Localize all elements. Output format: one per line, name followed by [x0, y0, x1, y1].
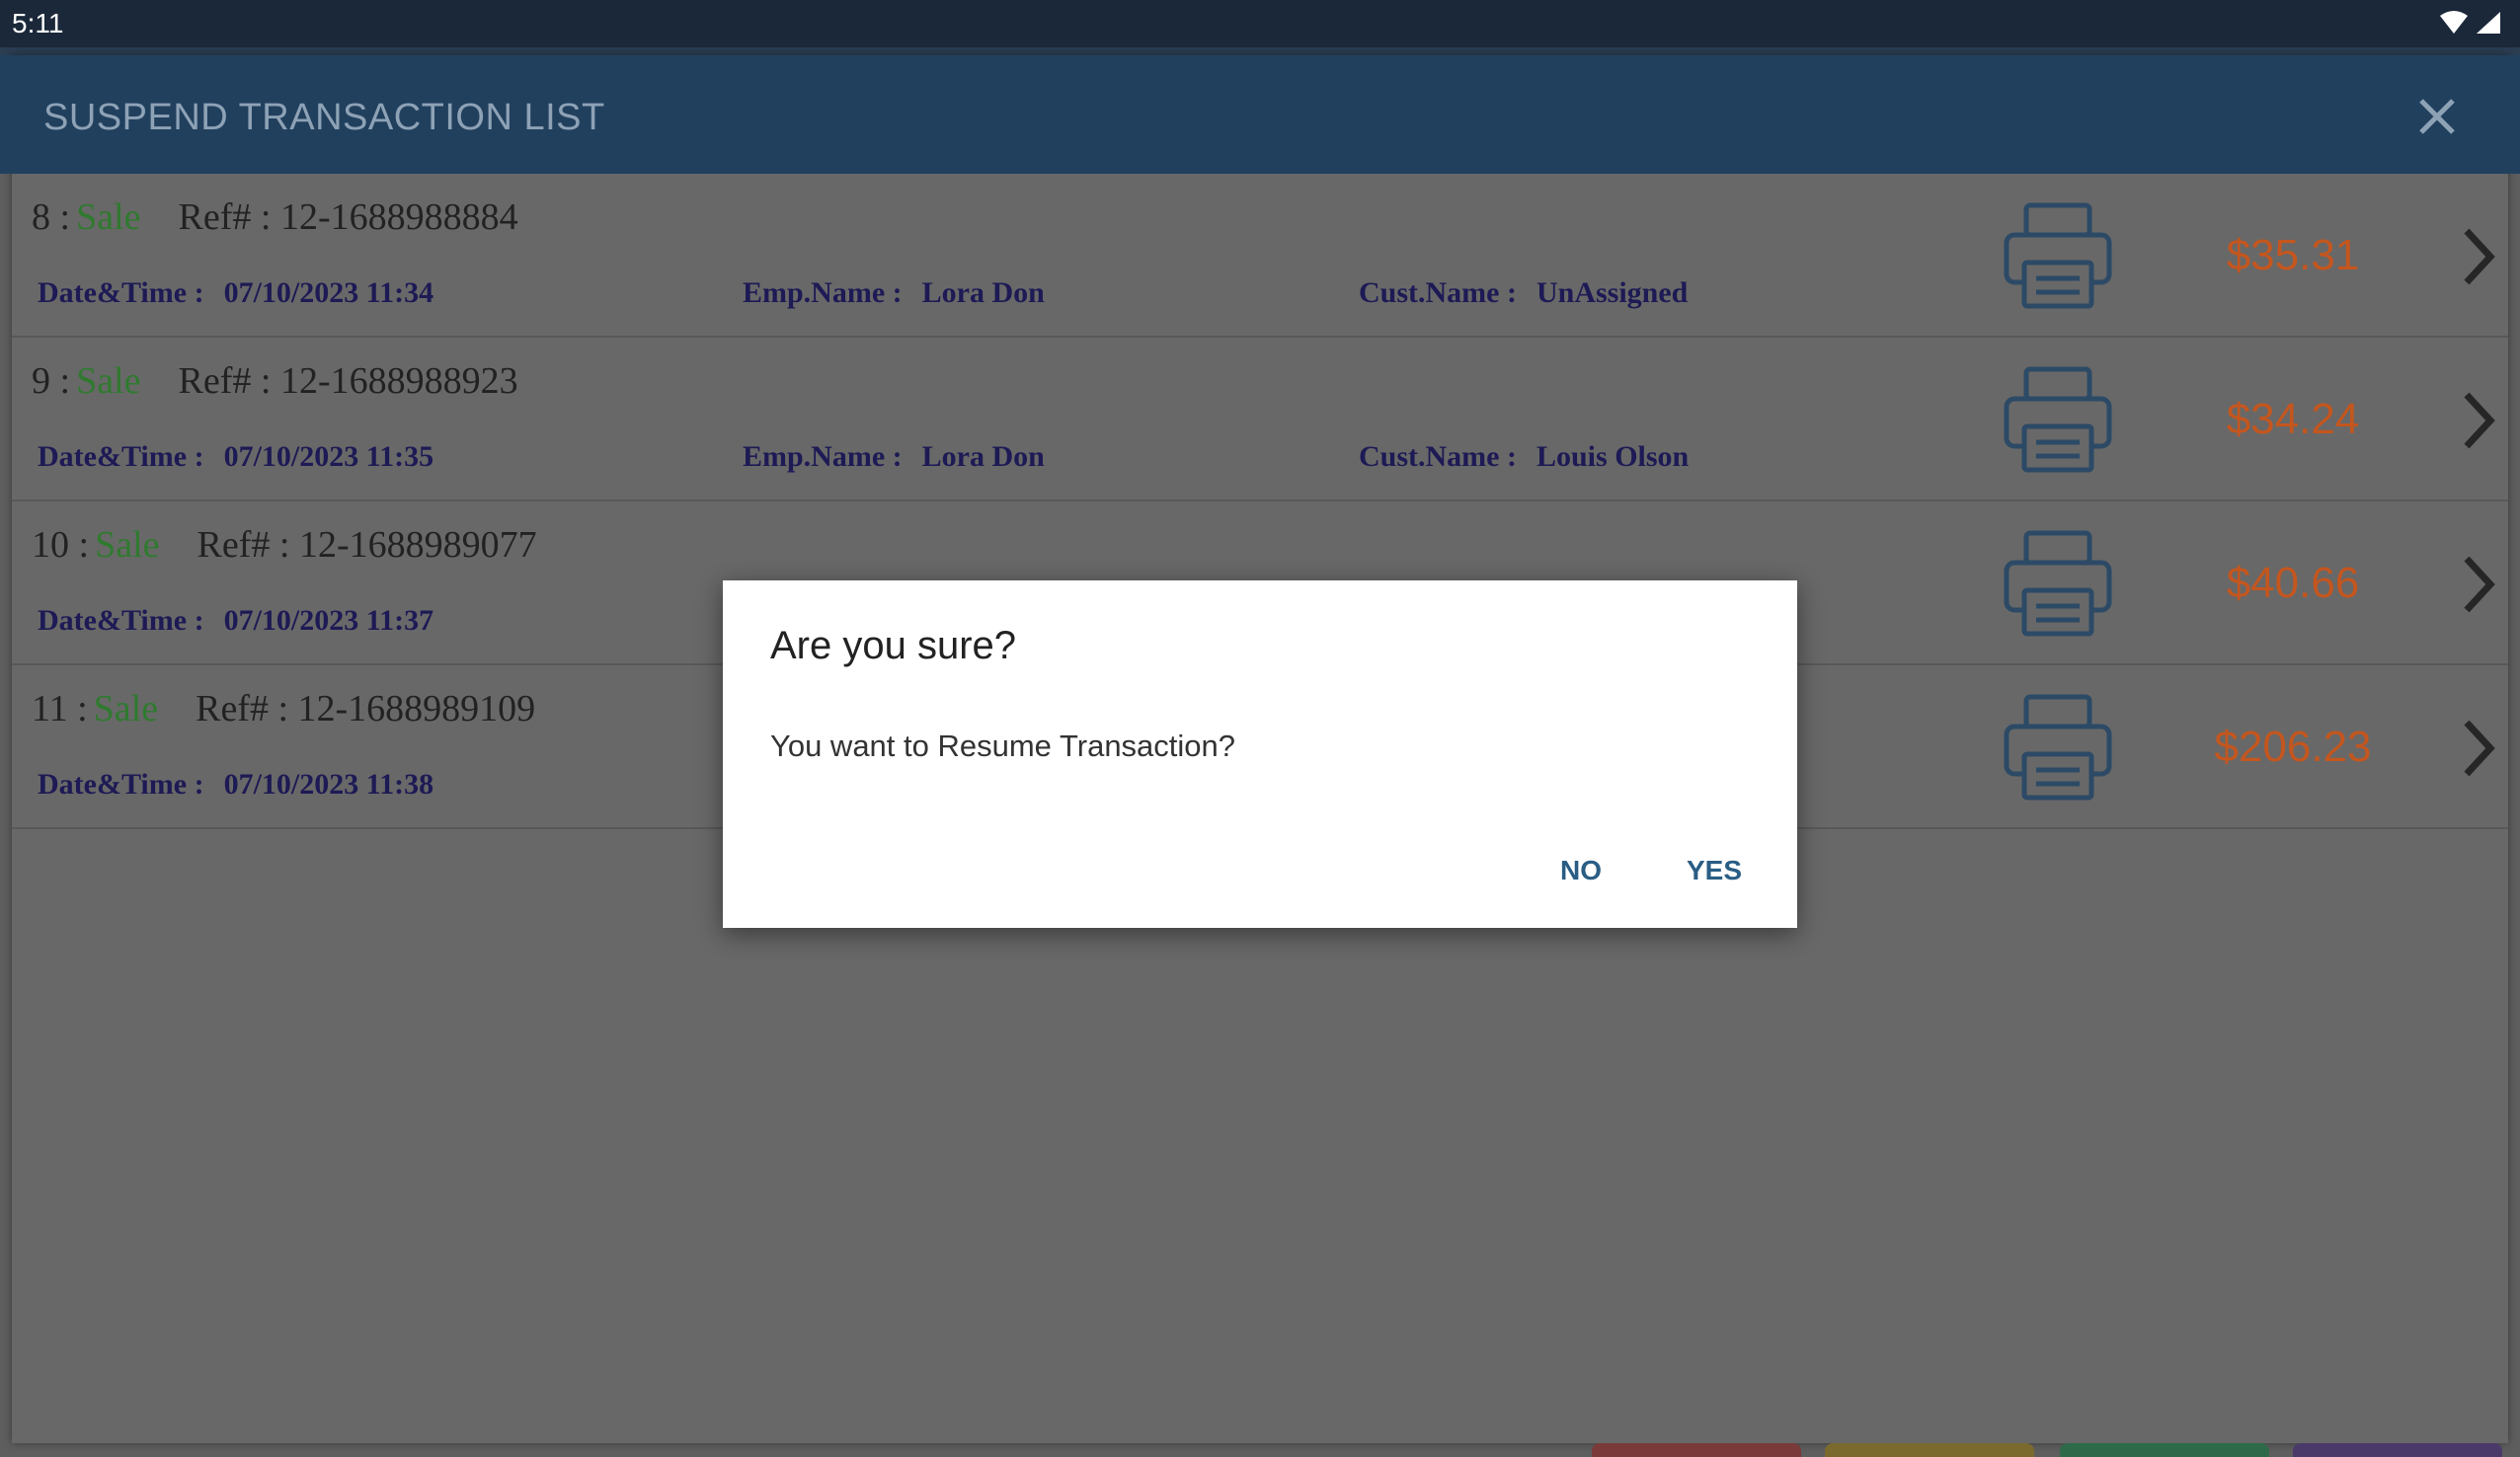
ref-label: Ref# : — [178, 360, 272, 402]
status-icons — [2439, 10, 2502, 36]
customer-field: Cust.Name : Louis Olson — [1359, 440, 1689, 474]
close-icon[interactable] — [2409, 89, 2465, 144]
transaction-type: Sale — [93, 688, 159, 729]
no-button[interactable]: NO — [1550, 849, 1612, 892]
bottom-tab-red — [1592, 1443, 1801, 1457]
status-bar: 5:11 — [0, 0, 2520, 47]
datetime-label: Date&Time : — [38, 604, 204, 637]
datetime-field: Date&Time : 07/10/2023 11:38 — [38, 768, 433, 802]
chevron-right-icon[interactable] — [2459, 717, 2498, 780]
datetime-label: Date&Time : — [38, 768, 204, 801]
ref-number: 12-1688988884 — [279, 196, 518, 238]
datetime-value: 07/10/2023 11:34 — [223, 276, 434, 309]
employee-value: Lora Don — [921, 276, 1045, 309]
transaction-header: 8 : Sale Ref# : 12-1688988884 — [32, 195, 518, 239]
chevron-right-icon[interactable] — [2459, 553, 2498, 616]
chevron-right-icon[interactable] — [2459, 389, 2498, 452]
transaction-type: Sale — [76, 360, 141, 402]
customer-field: Cust.Name : UnAssigned — [1359, 276, 1688, 310]
signal-icon — [2477, 12, 2500, 34]
employee-label: Emp.Name : — [743, 276, 903, 309]
transaction-header: 11 : Sale Ref# : 12-1688989109 — [32, 687, 535, 730]
transaction-amount: $40.66 — [2226, 559, 2360, 607]
bottom-tab-yellow — [1825, 1443, 2034, 1457]
transaction-amount: $206.23 — [2214, 723, 2372, 771]
status-time: 5:11 — [12, 8, 64, 38]
datetime-label: Date&Time : — [38, 276, 204, 309]
datetime-value: 07/10/2023 11:35 — [223, 440, 434, 473]
transaction-header: 9 : Sale Ref# : 12-1688988923 — [32, 359, 518, 403]
employee-label: Emp.Name : — [743, 440, 903, 473]
datetime-label: Date&Time : — [38, 440, 204, 473]
datetime-value: 07/10/2023 11:38 — [223, 768, 434, 801]
transaction-amount: $35.31 — [2226, 231, 2360, 279]
datetime-field: Date&Time : 07/10/2023 11:37 — [38, 604, 433, 638]
transaction-row[interactable]: 8 : Sale Ref# : 12-1688988884 Date&Time : 07… — [12, 174, 2508, 338]
transaction-number: 10 : — [32, 524, 90, 566]
transaction-number: 9 : — [32, 360, 71, 402]
ref-label: Ref# : — [178, 196, 272, 238]
panel-title: SUSPEND TRANSACTION LIST — [43, 97, 605, 138]
ref-number: 12-1688989077 — [298, 524, 537, 566]
printer-icon[interactable] — [2003, 365, 2113, 474]
transaction-row[interactable]: 9 : Sale Ref# : 12-1688988923 Date&Time : 07… — [12, 338, 2508, 501]
employee-field: Emp.Name : Lora Don — [743, 440, 1045, 474]
resume-confirm-dialog: Are you sure? You want to Resume Transac… — [723, 580, 1797, 928]
datetime-field: Date&Time : 07/10/2023 11:34 — [38, 276, 433, 310]
bottom-tab-green — [2060, 1443, 2269, 1457]
ref-number: 12-1688988923 — [279, 360, 518, 402]
chevron-right-icon[interactable] — [2459, 225, 2498, 288]
customer-label: Cust.Name : — [1359, 440, 1517, 473]
transaction-header: 10 : Sale Ref# : 12-1688989077 — [32, 523, 537, 567]
employee-value: Lora Don — [921, 440, 1045, 473]
transaction-type: Sale — [76, 196, 141, 238]
ref-label: Ref# : — [197, 524, 290, 566]
customer-value: Louis Olson — [1536, 440, 1690, 473]
transaction-amount: $34.24 — [2226, 395, 2360, 443]
printer-icon[interactable] — [2003, 201, 2113, 310]
ref-label: Ref# : — [196, 688, 289, 729]
customer-label: Cust.Name : — [1359, 276, 1517, 309]
datetime-value: 07/10/2023 11:37 — [223, 604, 434, 637]
datetime-field: Date&Time : 07/10/2023 11:35 — [38, 440, 433, 474]
bottom-tab-purple — [2293, 1443, 2502, 1457]
dialog-title: Are you sure? — [770, 624, 1017, 667]
transaction-number: 8 : — [32, 196, 71, 238]
employee-field: Emp.Name : Lora Don — [743, 276, 1045, 310]
ref-number: 12-1688989109 — [297, 688, 536, 729]
dialog-message: You want to Resume Transaction? — [770, 728, 1236, 763]
printer-icon[interactable] — [2003, 529, 2113, 638]
wifi-icon — [2440, 11, 2468, 34]
transaction-number: 11 : — [32, 688, 88, 729]
printer-icon[interactable] — [2003, 693, 2113, 802]
panel-header: SUSPEND TRANSACTION LIST — [0, 55, 2520, 174]
customer-value: UnAssigned — [1536, 276, 1689, 309]
transaction-type: Sale — [95, 524, 160, 566]
yes-button[interactable]: YES — [1677, 849, 1752, 892]
